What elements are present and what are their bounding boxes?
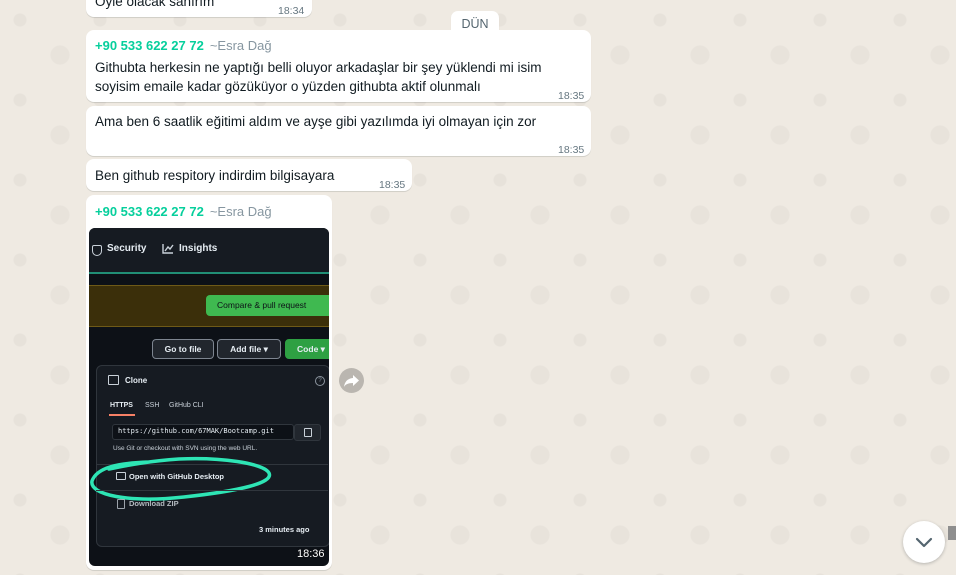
message-text: Ben github respitory indirdim bilgisayar… bbox=[95, 168, 335, 183]
help-icon[interactable]: ? bbox=[315, 376, 325, 386]
message-text-line: Githubta herkesin ne yaptığı belli oluyo… bbox=[95, 60, 542, 75]
message-text: Ama ben 6 saatlik eğitimi aldım ve ayşe … bbox=[95, 114, 537, 129]
graph-icon bbox=[162, 244, 174, 254]
tab-underline bbox=[89, 272, 329, 274]
code-button[interactable]: Code ▾ bbox=[285, 339, 329, 359]
forward-button[interactable] bbox=[339, 368, 364, 393]
compare-button-label: Compare & pull request bbox=[217, 300, 307, 310]
chevron-down-icon bbox=[915, 537, 933, 548]
clone-tab-ssh[interactable]: SSH bbox=[145, 402, 159, 409]
photo-tab-insights: Insights bbox=[179, 243, 218, 254]
forward-icon bbox=[344, 375, 359, 387]
terminal-icon bbox=[108, 375, 119, 385]
copy-button[interactable] bbox=[294, 424, 321, 441]
message-text-line: soyisim emaile kadar gözüküyor o yüzden … bbox=[95, 79, 481, 94]
clone-url-input[interactable]: https://github.com/67MAK/Bootcamp.git bbox=[112, 424, 294, 440]
clone-tab-underline bbox=[109, 414, 135, 416]
message-time: 18:35 bbox=[558, 90, 585, 102]
message-bubble[interactable]: Ama ben 6 saatlik eğitimi aldım ve ayşe … bbox=[86, 106, 591, 156]
shield-icon bbox=[92, 245, 102, 256]
zip-icon bbox=[117, 499, 125, 509]
time-ago: 3 minutes ago bbox=[259, 525, 310, 534]
download-zip[interactable]: Download ZIP bbox=[129, 499, 179, 508]
sender-name: ~Esra Dağ bbox=[209, 204, 272, 219]
message-photo[interactable]: Security Insights Compare & pull request… bbox=[89, 228, 329, 566]
sender-name: ~Esra Dağ bbox=[209, 38, 272, 53]
sender-phone[interactable]: +90 533 622 27 72 bbox=[95, 204, 204, 219]
scrollbar-thumb[interactable] bbox=[948, 526, 956, 540]
svn-hint: Use Git or checkout with SVN using the w… bbox=[113, 445, 258, 452]
copy-icon bbox=[304, 428, 312, 437]
scroll-to-bottom-button[interactable] bbox=[903, 521, 945, 563]
clone-tab-https[interactable]: HTTPS bbox=[110, 402, 133, 409]
message-bubble[interactable]: Ben github respitory indirdim bilgisayar… bbox=[86, 159, 412, 191]
message-time: 18:35 bbox=[558, 144, 585, 156]
dropdown-divider bbox=[96, 490, 328, 491]
message-time: 18:35 bbox=[379, 179, 406, 191]
message-time: 18:34 bbox=[278, 5, 305, 17]
sender-phone[interactable]: +90 533 622 27 72 bbox=[95, 38, 204, 53]
clone-title: Clone bbox=[125, 376, 148, 385]
message-bubble[interactable]: Öyle olacak sanırım 18:34 bbox=[86, 0, 312, 17]
message-sender: +90 533 622 27 72 ~Esra Dağ bbox=[95, 38, 272, 54]
add-file-button[interactable]: Add file ▾ bbox=[217, 339, 281, 359]
photo-tab-security: Security bbox=[107, 243, 147, 254]
go-to-file-button[interactable]: Go to file bbox=[152, 339, 214, 359]
message-bubble[interactable]: +90 533 622 27 72 ~Esra Dağ Githubta herk… bbox=[86, 30, 591, 102]
clone-url-text: https://github.com/67MAK/Bootcamp.git bbox=[118, 427, 274, 435]
clone-tab-cli[interactable]: GitHub CLI bbox=[169, 402, 204, 409]
message-time: 18:36 bbox=[297, 548, 325, 560]
message-text: Öyle olacak sanırım bbox=[95, 0, 215, 9]
compare-pull-request-button[interactable]: Compare & pull request bbox=[206, 295, 329, 316]
message-sender: +90 533 622 27 72 ~Esra Dağ bbox=[95, 204, 272, 220]
